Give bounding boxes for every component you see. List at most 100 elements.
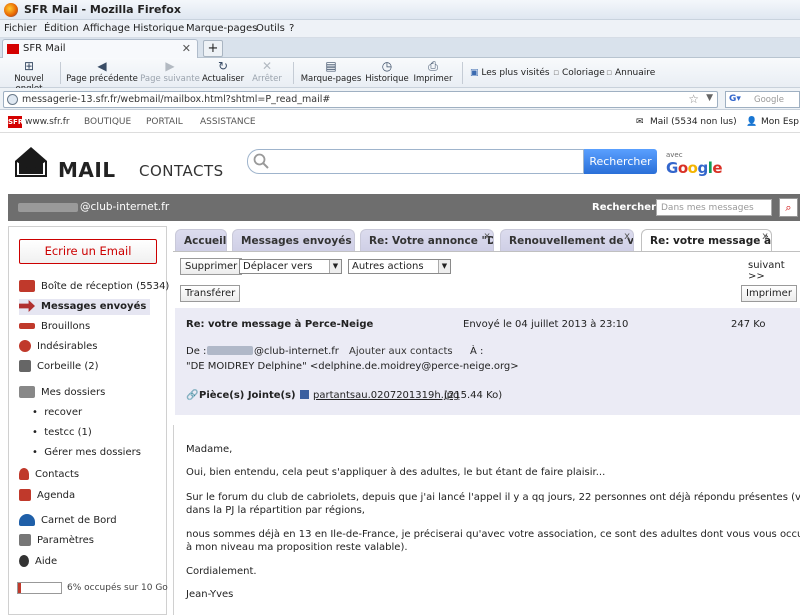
tab-renouvellement[interactable]: Renouvellement de vo x [500, 229, 634, 251]
sidebar-manage-folders[interactable]: • Gérer mes dossiers [32, 447, 141, 458]
back-button[interactable]: ◀ Page précédente [66, 59, 138, 85]
page-icon: ▫ [606, 68, 613, 78]
mailbox-search-button[interactable]: ⌕ [779, 198, 798, 217]
delete-button[interactable]: Supprimer [180, 258, 243, 275]
user-bar: @club-internet.fr Rechercher Dans mes me… [8, 194, 800, 221]
image-file-icon [300, 390, 309, 399]
message-size: 247 Ko [731, 319, 766, 330]
sidebar-item-drafts[interactable]: Brouillons [19, 319, 90, 335]
sidebar-item-inbox[interactable]: Boîte de réception (5534) [19, 279, 169, 295]
globe-icon [7, 94, 18, 105]
link-portail[interactable]: PORTAIL [146, 117, 183, 127]
attachment-link[interactable]: partantsau.0207201319h.jpg [313, 390, 459, 401]
browser-tab-sfr-mail[interactable]: SFR Mail ✕ [2, 39, 198, 58]
bookmark-annuaire[interactable]: ▫ Annuaire [606, 68, 655, 78]
menu-outils[interactable]: Outils [256, 23, 285, 34]
mail-unread-status[interactable]: Mail (5534 non lus) [650, 117, 737, 127]
tab-accueil[interactable]: Accueil [175, 229, 227, 251]
new-tab-button[interactable]: + [203, 40, 223, 57]
menu-help[interactable]: ? [289, 23, 294, 34]
mail-envelope-icon: ✉ [636, 117, 644, 127]
close-tab-icon[interactable]: x [484, 230, 490, 248]
bookmark-coloriage[interactable]: ▫ Coloriage [553, 68, 605, 78]
sidebar-item-contacts[interactable]: Contacts [19, 467, 79, 483]
arrow-left-icon: ◀ [97, 59, 107, 73]
account-link[interactable]: Mon Esp [761, 117, 799, 127]
sidebar-item-spam[interactable]: Indésirables [19, 339, 98, 355]
browser-search-input[interactable]: G▾ Google [725, 91, 800, 108]
sfr-logo[interactable]: SFR [8, 116, 23, 128]
add-to-contacts-link[interactable]: Ajouter aux contacts [349, 346, 453, 357]
reload-icon: ↻ [217, 59, 229, 73]
link-assistance[interactable]: ASSISTANCE [200, 117, 256, 127]
browser-search-placeholder: Google [754, 95, 784, 105]
printer-icon: ⎙ [428, 59, 438, 73]
tab-messages-envoyes[interactable]: Messages envoyés [232, 229, 355, 251]
bookmarks-button[interactable]: ▤ Marque-pages [300, 59, 362, 85]
link-boutique[interactable]: BOUTIQUE [84, 117, 131, 127]
sidebar-item-sent[interactable]: Messages envoyés [19, 299, 151, 315]
sidebar-folder-testcc[interactable]: • testcc (1) [32, 427, 92, 438]
menu-historique[interactable]: Historique [133, 23, 184, 34]
body-paragraph: nous sommes déjà en 13 en Ile-de-France,… [186, 529, 800, 540]
sfr-site-link[interactable]: www.sfr.fr [25, 117, 70, 127]
forward-button[interactable]: Transférer [180, 285, 241, 302]
calendar-icon [19, 489, 31, 501]
close-tab-icon[interactable]: ✕ [182, 42, 191, 55]
other-actions-select[interactable]: Autres actions ▼ [348, 259, 451, 274]
page-icon: ▫ [553, 68, 560, 78]
paperclip-icon: 🔗 [186, 390, 199, 401]
google-logo: avec Google [666, 151, 723, 177]
tab-perce-neige[interactable]: Re: votre message à Px [641, 229, 772, 251]
move-to-select[interactable]: Déplacer vers ▼ [239, 259, 342, 274]
bookmark-star-icon[interactable]: ☆ [688, 92, 699, 106]
quota-bar-fill [18, 583, 21, 593]
trash-icon [19, 360, 31, 372]
redacted-username [18, 203, 78, 212]
mailbox-search-input[interactable]: Dans mes messages [656, 199, 772, 216]
contacts-section-link[interactable]: CONTACTS [139, 162, 224, 180]
dashboard-icon [19, 514, 35, 526]
close-tab-icon[interactable]: x [762, 230, 768, 248]
chevron-down-icon[interactable]: ▼ [706, 93, 713, 103]
sidebar-item-agenda[interactable]: Agenda [19, 488, 75, 504]
print-button[interactable]: Imprimer [741, 285, 797, 302]
sfr-top-bar: SFR www.sfr.fr BOUTIQUE PORTAIL ASSISTAN… [0, 111, 800, 133]
stop-button[interactable]: ✕ Arrêter [249, 60, 285, 85]
forward-button[interactable]: ▶ Page suivante [140, 60, 200, 85]
sfr-favicon-icon [7, 44, 19, 54]
chevron-down-icon: ▼ [329, 260, 341, 273]
mail-web-search-input[interactable] [247, 149, 584, 174]
tab-votre-annonce[interactable]: Re: Votre annonce "D x [360, 229, 494, 251]
next-message-link[interactable]: suivant >> [748, 260, 800, 282]
navigation-toolbar: ⊞Nouvel onglet ◀Page précédente ▶Page su… [0, 58, 800, 94]
sidebar-item-carnet[interactable]: Carnet de Bord [19, 513, 117, 529]
sidebar-item-help[interactable]: Aide [19, 554, 57, 570]
sidebar-item-folders[interactable]: Mes dossiers [19, 385, 105, 401]
sidebar-item-settings[interactable]: Paramètres [19, 533, 94, 549]
search-button[interactable]: Rechercher [584, 149, 657, 174]
search-icon: ⌕ [785, 201, 792, 214]
history-button[interactable]: ◷ Historique [364, 59, 410, 85]
close-tab-icon[interactable]: x [624, 230, 630, 248]
compose-button[interactable]: Ecrire un Email [19, 239, 157, 264]
url-input[interactable]: messagerie-13.sfr.fr/webmail/mailbox.htm… [3, 91, 718, 108]
menu-edition[interactable]: Édition [44, 23, 79, 34]
folder-icon [19, 386, 35, 398]
body-signature: Jean-Yves [186, 589, 234, 600]
sidebar-item-trash[interactable]: Corbeille (2) [19, 359, 99, 375]
menu-affichage[interactable]: Affichage [83, 23, 130, 34]
google-icon: G▾ [729, 94, 741, 104]
bookmarks-icon: ▤ [325, 59, 337, 73]
sidebar-folder-recover[interactable]: • recover [32, 407, 82, 418]
clock-icon: ◷ [381, 59, 393, 73]
sent-icon [19, 300, 35, 312]
quota-label: 6% occupés sur 10 Go [67, 583, 168, 593]
menu-marque-pages[interactable]: Marque-pages [186, 23, 257, 34]
reload-button[interactable]: ↻ Actualiser [202, 59, 244, 85]
menu-fichier[interactable]: Fichier [4, 23, 37, 34]
bookmark-most-visited[interactable]: ▣ Les plus visités [470, 68, 550, 78]
print-toolbar-button[interactable]: ⎙ Imprimer [413, 59, 453, 85]
mail-section-link[interactable]: MAIL [58, 158, 116, 182]
message-date: Envoyé le 04 juillet 2013 à 23:10 [463, 319, 629, 330]
